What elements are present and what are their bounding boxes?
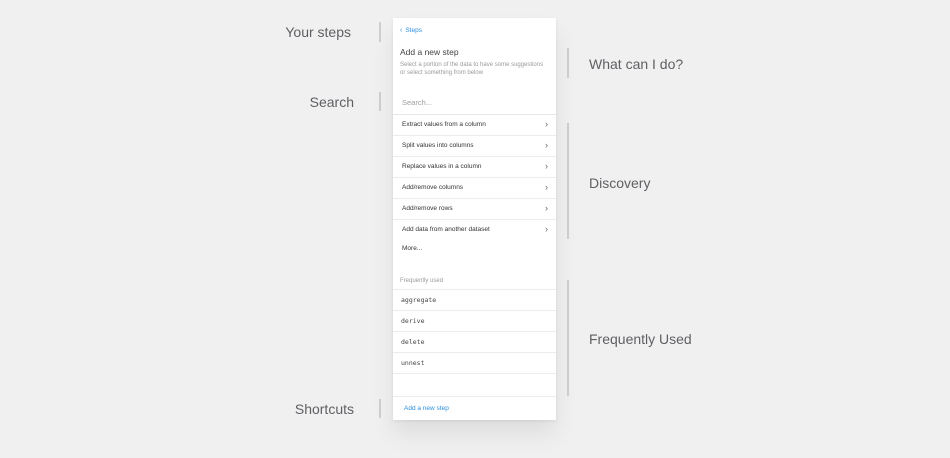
annotation-search: Search	[309, 94, 354, 110]
annotation-divider	[567, 48, 569, 78]
annotation-divider	[379, 92, 381, 111]
back-label: Steps	[405, 27, 422, 34]
shortcut-label: aggregate	[401, 296, 437, 304]
chevron-right-icon: ›	[545, 140, 548, 150]
shortcut-aggregate[interactable]: aggregate	[393, 290, 556, 311]
add-new-step-link[interactable]: Add a new step	[404, 405, 449, 412]
action-list: Extract values from a column › Split val…	[393, 115, 556, 240]
action-split-values[interactable]: Split values into columns ›	[393, 136, 556, 157]
shortcut-derive[interactable]: derive	[393, 311, 556, 332]
action-label: Add data from another dataset	[402, 226, 490, 233]
action-label: Add/remove rows	[402, 205, 453, 212]
search-input[interactable]	[402, 98, 552, 107]
action-label: Extract values from a column	[402, 121, 486, 128]
action-label: Add/remove columns	[402, 184, 464, 191]
annotation-divider	[567, 280, 569, 396]
annotation-your-steps: Your steps	[285, 24, 351, 40]
action-add-remove-rows[interactable]: Add/remove rows ›	[393, 199, 556, 220]
panel-description: Select a portion of the data to have som…	[400, 62, 544, 76]
action-add-remove-columns[interactable]: Add/remove columns ›	[393, 178, 556, 199]
chevron-right-icon: ›	[545, 182, 548, 192]
search-box	[393, 94, 556, 115]
annotation-discovery: Discovery	[589, 175, 651, 191]
panel-footer: Add a new step	[393, 396, 556, 421]
action-extract-values[interactable]: Extract values from a column ›	[393, 115, 556, 136]
back-to-steps-link[interactable]: ‹ Steps	[400, 27, 422, 34]
annotation-what-can-i-do: What can I do?	[589, 56, 684, 72]
chevron-right-icon: ›	[545, 161, 548, 171]
frequently-used-heading: Frequently used	[400, 278, 444, 284]
frequently-used-list: aggregate derive delete unnest	[393, 289, 556, 374]
more-link[interactable]: More...	[402, 245, 422, 252]
annotation-divider	[379, 22, 381, 42]
action-add-data-from-dataset[interactable]: Add data from another dataset ›	[393, 220, 556, 240]
chevron-right-icon: ›	[545, 119, 548, 129]
action-label: Replace values in a column	[402, 163, 482, 170]
shortcut-label: delete	[401, 338, 425, 346]
shortcut-label: derive	[401, 317, 425, 325]
action-replace-values[interactable]: Replace values in a column ›	[393, 157, 556, 178]
annotation-frequently-used: Frequently Used	[589, 331, 692, 347]
annotation-divider	[379, 399, 381, 418]
action-label: Split values into columns	[402, 142, 474, 149]
shortcut-label: unnest	[401, 359, 425, 367]
annotation-shortcuts: Shortcuts	[294, 401, 354, 417]
shortcut-unnest[interactable]: unnest	[393, 353, 556, 374]
add-step-panel: ‹ Steps Add a new step Select a portion …	[393, 18, 556, 420]
chevron-left-icon: ‹	[400, 27, 403, 34]
chevron-right-icon: ›	[545, 224, 548, 234]
panel-title: Add a new step	[400, 47, 459, 57]
chevron-right-icon: ›	[545, 203, 548, 213]
annotation-divider	[567, 123, 569, 239]
shortcut-delete[interactable]: delete	[393, 332, 556, 353]
